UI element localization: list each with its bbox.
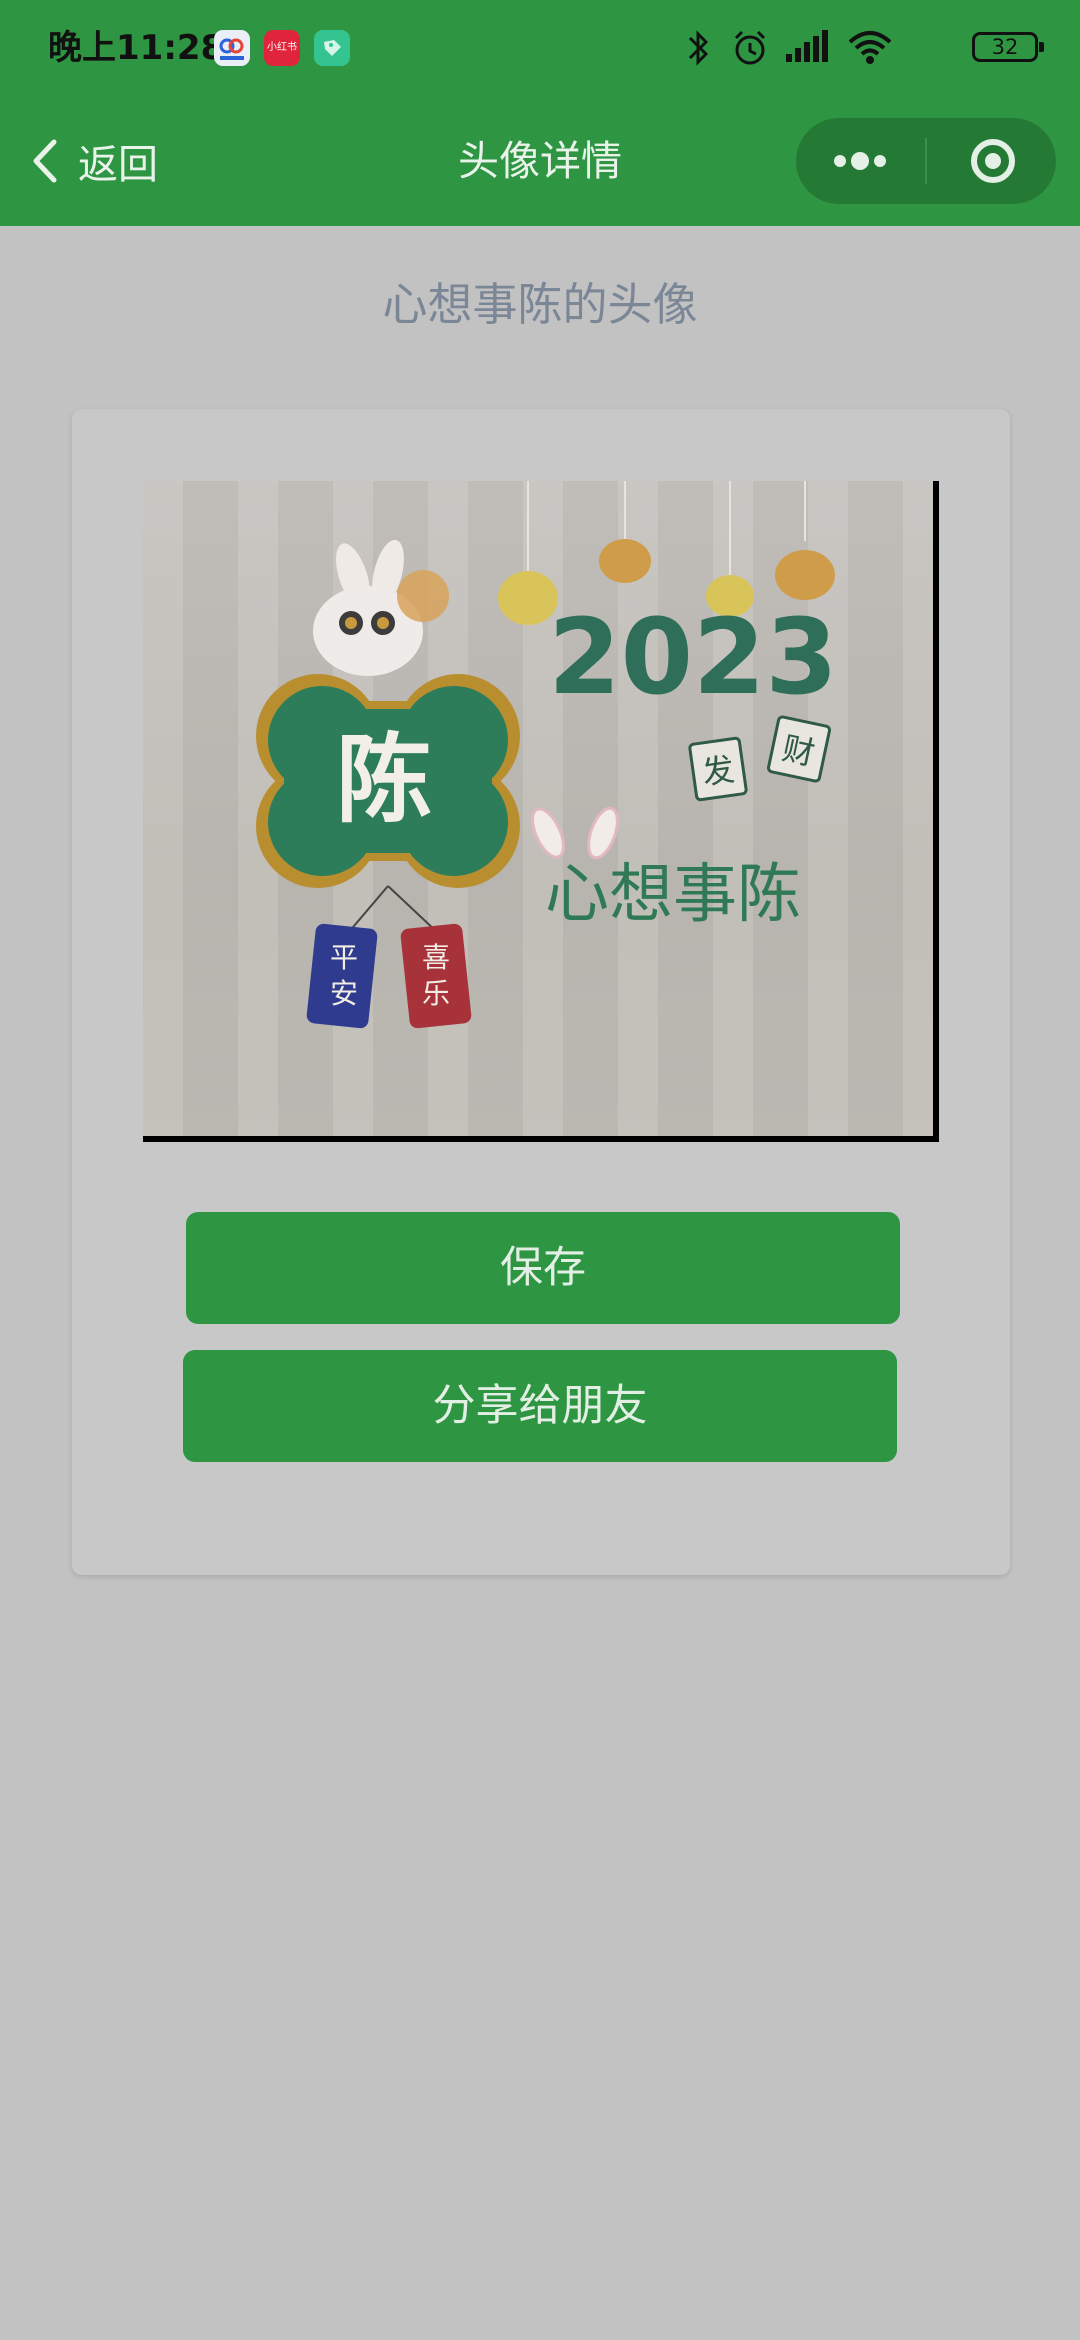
save-button[interactable]: 保存 <box>186 1212 900 1324</box>
battery-indicator: 32 <box>972 32 1044 62</box>
avatar-artwork: 陈 平 安 喜 乐 2023 发 财 心想事陈 <box>256 481 838 1029</box>
alarm-icon <box>734 30 766 65</box>
share-to-friend-button[interactable]: 分享给朋友 <box>183 1350 897 1462</box>
tag-app-icon <box>314 30 350 66</box>
wifi-icon <box>848 31 892 64</box>
cloud-app-icon <box>214 30 250 66</box>
header-bar: 晚上11:28 小红书 32 返回 头像详情 <box>0 0 1080 226</box>
tassel-left-1: 平 <box>330 941 358 974</box>
tassel-right-1: 喜 <box>422 941 450 974</box>
avatar-heading: 心想事陈的头像 <box>382 278 698 331</box>
status-icons: 32 <box>678 26 1044 70</box>
close-miniprogram-button[interactable] <box>927 118 1056 204</box>
bluetooth-icon <box>688 30 709 66</box>
target-close-icon-dot <box>985 153 1001 169</box>
avatar-tag-left: 发 <box>700 750 737 792</box>
avatar-year-text: 2023 <box>548 596 837 718</box>
avatar-slogan: 心想事陈 <box>545 858 801 932</box>
avatar-center-char: 陈 <box>336 724 432 836</box>
more-dots-icon <box>834 152 886 170</box>
miniprogram-capsule <box>796 118 1056 204</box>
tassel-right-2: 乐 <box>422 977 450 1010</box>
status-time: 晚上11:28 <box>48 28 225 68</box>
signal-icon <box>786 30 828 62</box>
xiaohongshu-app-icon: 小红书 <box>264 30 300 66</box>
avatar-image[interactable]: 陈 平 安 喜 乐 2023 发 财 心想事陈 <box>143 481 933 1136</box>
more-button[interactable] <box>796 118 925 204</box>
avatar-frame: 陈 平 安 喜 乐 2023 发 财 心想事陈 <box>143 481 939 1142</box>
tassel-left-2: 安 <box>330 977 358 1010</box>
